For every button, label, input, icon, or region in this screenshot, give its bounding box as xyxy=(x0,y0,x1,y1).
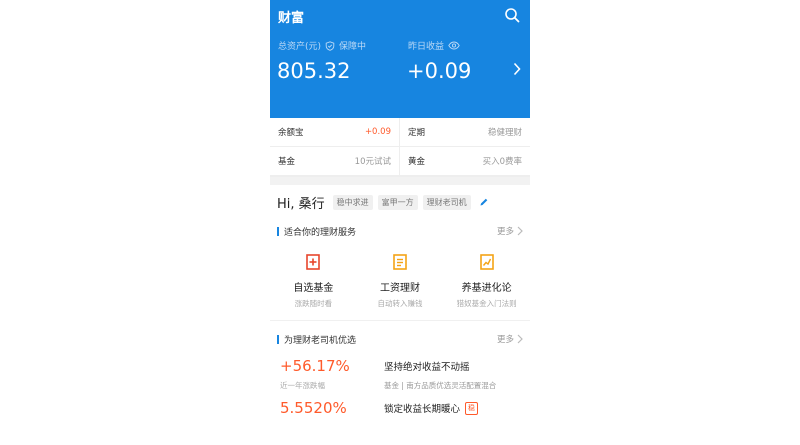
chevron-right-icon xyxy=(517,334,523,344)
trend-chart-icon xyxy=(479,254,494,270)
grid-item-value: 买入0费率 xyxy=(482,157,522,167)
section-title: 适合你的理财服务 xyxy=(284,227,357,238)
shield-icon xyxy=(325,40,335,51)
protection-label: 保障中 xyxy=(339,42,367,52)
grid-item-yuebao[interactable]: 余额宝 +0.09 xyxy=(270,118,400,147)
product-title: 锁定收益长期暖心 xyxy=(384,404,461,415)
section-title: 为理财老司机优选 xyxy=(284,335,357,346)
chevron-right-icon[interactable] xyxy=(512,62,522,76)
service-title: 养基进化论 xyxy=(461,283,512,294)
asset-grid: 余额宝 +0.09 定期 稳健理财 基金 10元试试 黄金 买入0费率 xyxy=(270,118,530,177)
wealth-screen: 财富 总资产(元) 保障中 805.32 昨日收益 +0.09 余额宝 +0.0… xyxy=(270,0,530,445)
section-accent-bar xyxy=(277,334,279,344)
picks-section-header: 为理财老司机优选 更多 xyxy=(270,327,530,351)
page-title: 财富 xyxy=(278,11,305,26)
grid-item-fixed-term[interactable]: 定期 稳健理财 xyxy=(400,118,530,147)
section-accent-bar xyxy=(277,226,279,236)
eye-icon[interactable] xyxy=(448,41,460,50)
more-label: 更多 xyxy=(496,227,514,237)
fund-icon xyxy=(306,254,321,270)
service-title: 自选基金 xyxy=(293,283,334,294)
total-assets-value[interactable]: 805.32 xyxy=(277,59,350,83)
total-assets-label-row: 总资产(元) 保障中 xyxy=(278,39,366,52)
product-return-rate: 5.5520% xyxy=(280,399,347,417)
service-subtitle: 猎奴基金入门法则 xyxy=(456,299,517,308)
greeting-row: Hi, 桑行 稳中求进 富甲一方 理财老司机 xyxy=(270,185,530,219)
services-section-header: 适合你的理财服务 更多 xyxy=(270,219,530,243)
total-assets-label: 总资产(元) xyxy=(278,42,322,52)
greeting-text: Hi, 桑行 xyxy=(277,196,325,212)
grid-item-value: 稳健理财 xyxy=(487,128,522,138)
yesterday-earnings-value[interactable]: +0.09 xyxy=(407,59,471,83)
service-subtitle: 涨跌随时看 xyxy=(294,299,333,308)
services-row: 自选基金 涨跌随时看 工资理财 自动转入赚钱 养基进化论 猎奴基金入门法则 xyxy=(270,243,530,321)
yesterday-label-row: 昨日收益 xyxy=(408,39,460,52)
product-title: 坚持绝对收益不动摇 xyxy=(384,362,470,373)
product-return-rate: +56.17% xyxy=(280,357,350,375)
grid-item-label: 基金 xyxy=(278,157,296,167)
grid-item-label: 定期 xyxy=(408,128,426,138)
product-return-label: 近一年涨跌幅 xyxy=(280,380,325,390)
service-subtitle: 自动转入赚钱 xyxy=(377,299,423,308)
grid-item-fund[interactable]: 基金 10元试试 xyxy=(270,147,400,176)
user-tag: 富甲一方 xyxy=(377,194,418,210)
more-link[interactable]: 更多 xyxy=(497,333,523,345)
section-divider xyxy=(270,177,530,185)
service-item-fund-evolution[interactable]: 养基进化论 猎奴基金入门法则 xyxy=(443,243,530,320)
document-icon xyxy=(393,254,407,270)
grid-item-gold[interactable]: 黄金 买入0费率 xyxy=(400,147,530,176)
user-tag: 稳中求进 xyxy=(332,194,373,210)
more-label: 更多 xyxy=(496,335,514,345)
product-description: 基金 | 南方品质优选灵活配置混合 xyxy=(384,381,497,390)
user-tag: 理财老司机 xyxy=(422,194,471,210)
wealth-header: 财富 总资产(元) 保障中 805.32 昨日收益 +0.09 xyxy=(270,0,530,118)
yesterday-label: 昨日收益 xyxy=(408,42,445,52)
edit-pencil-icon[interactable] xyxy=(479,197,489,207)
stable-badge: 稳 xyxy=(465,401,479,415)
grid-item-value: 10元试试 xyxy=(354,157,391,167)
service-title: 工资理财 xyxy=(380,283,420,294)
service-item-salary-finance[interactable]: 工资理财 自动转入赚钱 xyxy=(357,243,444,320)
search-icon[interactable] xyxy=(504,7,520,23)
more-link[interactable]: 更多 xyxy=(497,225,523,237)
grid-item-label: 余额宝 xyxy=(278,128,304,138)
chevron-right-icon xyxy=(517,226,523,236)
grid-item-label: 黄金 xyxy=(408,157,426,167)
grid-item-value: +0.09 xyxy=(364,127,391,137)
product-item[interactable]: 5.5520% 锁定收益长期暖心 稳 xyxy=(270,393,530,435)
product-item[interactable]: +56.17% 近一年涨跌幅 坚持绝对收益不动摇 基金 | 南方品质优选灵活配置… xyxy=(270,351,530,393)
service-item-custom-fund[interactable]: 自选基金 涨跌随时看 xyxy=(270,243,357,320)
